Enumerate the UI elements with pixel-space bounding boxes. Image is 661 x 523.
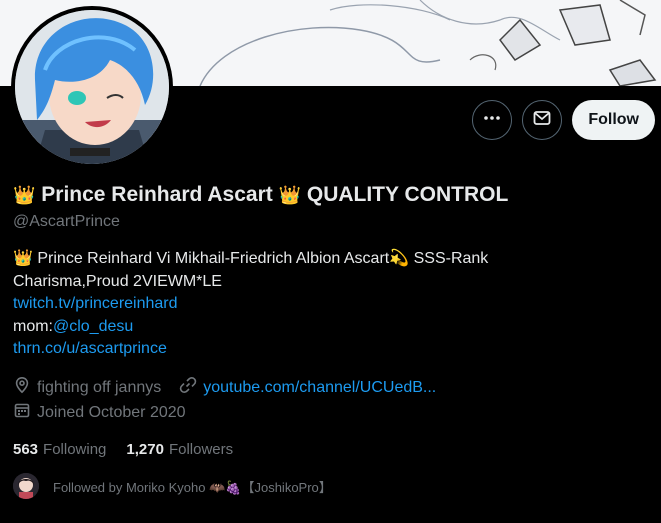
- crown-emoji: 👑: [13, 185, 36, 205]
- bio-mom-line: mom:@clo_desu: [13, 316, 653, 339]
- follow-button[interactable]: Follow: [572, 100, 655, 140]
- profile-handle: @AscartPrince: [13, 213, 120, 230]
- message-button[interactable]: [522, 100, 563, 140]
- more-icon: [483, 109, 501, 132]
- avatar-image: [15, 10, 169, 164]
- name-part1: Prince Reinhard Ascart: [41, 183, 273, 206]
- profile-avatar[interactable]: [11, 6, 173, 168]
- following-link[interactable]: 563 Following: [13, 441, 106, 458]
- followed-by-suffix: 【JoshikoPro】: [241, 479, 332, 495]
- followed-by[interactable]: Followed by Moriko Kyoho 🦇🍇【JoshikoPro】: [13, 473, 332, 499]
- name-part2: QUALITY CONTROL: [306, 183, 509, 206]
- website-link[interactable]: youtube.com/channel/UCUedB...: [203, 379, 436, 397]
- followed-by-text: Followed by Moriko Kyoho: [53, 479, 206, 495]
- profile-meta-row: fighting off jannys youtube.com/channel/…: [13, 376, 436, 399]
- followers-count: 1,270: [126, 441, 164, 458]
- bio-line1-text: Prince Reinhard Vi Mikhail-Friedrich Alb…: [37, 250, 390, 267]
- mail-icon: [532, 108, 552, 133]
- bio-crown-emoji: 👑: [13, 250, 33, 267]
- profile-bio: 👑 Prince Reinhard Vi Mikhail-Friedrich A…: [13, 248, 653, 361]
- joined-text: Joined October 2020: [37, 403, 186, 421]
- following-count: 563: [13, 441, 39, 458]
- follow-stats: 563 Following 1,270 Followers: [13, 441, 233, 458]
- bio-link-throne[interactable]: thrn.co/u/ascartprince: [13, 340, 167, 357]
- more-button[interactable]: [472, 100, 513, 140]
- bio-line2: Charisma,Proud 2VIEWM*LE: [13, 272, 222, 290]
- followers-label: Followers: [168, 441, 234, 458]
- location-text: fighting off jannys: [37, 378, 162, 396]
- followed-by-emoji: 🦇🍇: [209, 479, 242, 495]
- profile-actions: Follow: [472, 100, 655, 140]
- bio-emoji: 💫: [389, 250, 410, 267]
- profile-name: 👑 Prince Reinhard Ascart 👑 QUALITY CONTR…: [13, 183, 508, 207]
- mom-mention-link[interactable]: @clo_desu: [53, 318, 133, 335]
- calendar-icon: [13, 401, 31, 424]
- bio-line1: 👑 Prince Reinhard Vi Mikhail-Friedrich A…: [13, 248, 653, 271]
- crown-emoji-2: 👑: [278, 185, 302, 205]
- bio-link-twitch[interactable]: twitch.tv/princereinhard: [13, 295, 178, 312]
- following-label: Following: [43, 441, 107, 458]
- link-icon: [179, 376, 197, 399]
- follower-avatar: [13, 473, 39, 499]
- location-icon: [13, 376, 31, 399]
- profile-joined-row: Joined October 2020: [13, 401, 186, 424]
- mom-label: mom:: [13, 317, 53, 335]
- bio-line1-suffix: SSS-Rank: [413, 250, 489, 267]
- followers-link[interactable]: 1,270 Followers: [126, 441, 233, 458]
